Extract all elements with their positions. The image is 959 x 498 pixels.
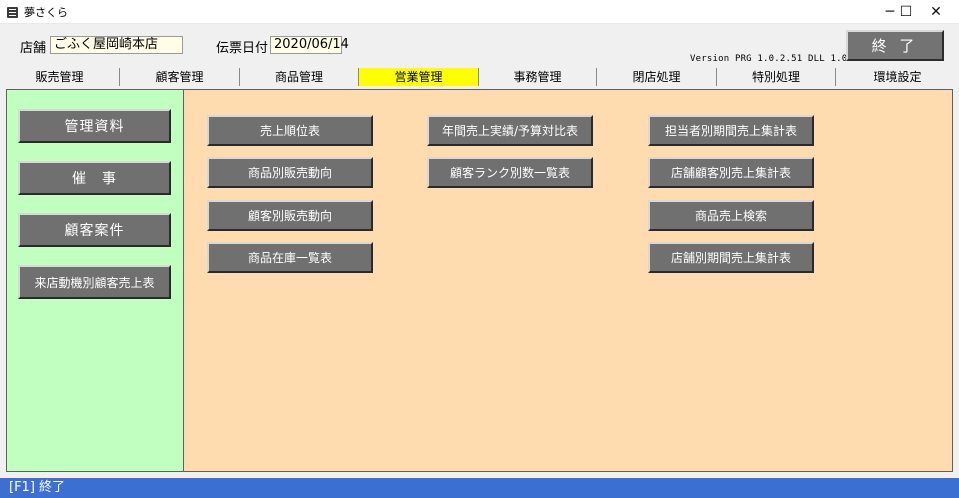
product-stock-list-button[interactable]: 商品在庫一覧表 — [207, 242, 373, 273]
tab-bar: 販売管理 顧客管理 商品管理 営業管理 事務管理 閉店処理 特別処理 環境設定 — [0, 68, 959, 86]
main-panel: 管理資料 催 事 顧客案件 来店動機別顧客売上表 売上順位表 商品別販売動向 顧… — [6, 89, 953, 472]
store-field[interactable]: ごふく屋岡崎本店 — [50, 36, 183, 54]
exit-button[interactable]: 終 了 — [846, 30, 944, 61]
store-customer-sales-button[interactable]: 店舗顧客別売上集計表 — [648, 157, 814, 188]
date-field[interactable]: 2020/06/14 — [270, 36, 349, 54]
sidebar: 管理資料 催 事 顧客案件 来店動機別顧客売上表 — [7, 90, 184, 471]
sidebar-item-visit-motive-sales[interactable]: 来店動機別顧客売上表 — [18, 265, 171, 299]
tab-closing[interactable]: 閉店処理 — [597, 68, 717, 86]
app-icon — [7, 7, 18, 18]
product-sales-trend-button[interactable]: 商品別販売動向 — [207, 157, 373, 188]
store-period-sales-button[interactable]: 店舗別期間売上集計表 — [648, 242, 814, 273]
tab-business[interactable]: 営業管理 — [359, 68, 479, 86]
window-title: 夢さくら — [24, 6, 68, 19]
sidebar-item-management-docs[interactable]: 管理資料 — [18, 109, 171, 143]
staff-period-sales-button[interactable]: 担当者別期間売上集計表 — [648, 115, 814, 146]
store-label: 店舗 — [20, 41, 47, 56]
customer-rank-count-button[interactable]: 顧客ランク別数一覧表 — [427, 157, 593, 188]
tab-sales[interactable]: 販売管理 — [0, 68, 120, 86]
status-bar: [F1] 終了 — [0, 478, 959, 498]
tab-settings[interactable]: 環境設定 — [836, 68, 959, 86]
tab-special[interactable]: 特別処理 — [717, 68, 836, 86]
sidebar-item-customer-cases[interactable]: 顧客案件 — [18, 213, 171, 247]
title-bar: 夢さくら ─ ☐ ✕ — [0, 0, 959, 24]
tab-products[interactable]: 商品管理 — [240, 68, 359, 86]
sidebar-item-events[interactable]: 催 事 — [18, 161, 171, 195]
tab-customers[interactable]: 顧客管理 — [120, 68, 240, 86]
customer-sales-trend-button[interactable]: 顧客別販売動向 — [207, 200, 373, 231]
close-button[interactable]: ✕ — [913, 0, 959, 24]
sales-ranking-button[interactable]: 売上順位表 — [207, 115, 373, 146]
tab-office[interactable]: 事務管理 — [479, 68, 597, 86]
product-sales-search-button[interactable]: 商品売上検索 — [648, 200, 814, 231]
date-label: 伝票日付 — [216, 41, 269, 56]
annual-sales-budget-button[interactable]: 年間売上実績/予算対比表 — [427, 115, 593, 146]
